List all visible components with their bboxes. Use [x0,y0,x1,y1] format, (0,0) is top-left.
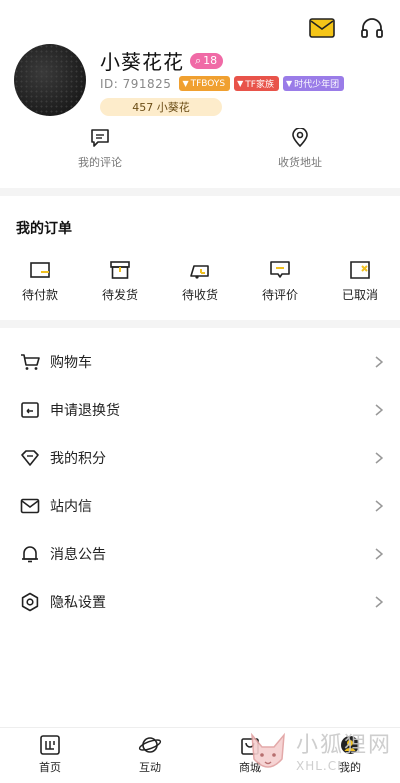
id-row: ID: 791825 ▼ TFBOYS ▼ TF家族 ▼ 时代少年团 [100,76,345,91]
fan-tag[interactable]: ▼ 时代少年团 [282,76,345,91]
my-comments-link[interactable]: 我的评论 [0,128,200,178]
profile-header: 小葵花花 ⌕ 18 ID: 791825 ▼ TFBOYS ▼ TF家族 ▼ 时代少年… [14,40,400,120]
bottom-tab-bar: 首页 互动 商城 我的 [0,727,400,783]
tab-label: 首页 [39,761,61,774]
shipping-address-link[interactable]: 收货地址 [200,128,400,178]
chevron-right-icon [374,547,384,561]
chevron-right-icon [374,355,384,369]
menu-item-privacy[interactable]: 隐私设置 [0,578,400,626]
order-status-pending-payment[interactable]: 待付款 [0,260,80,303]
fan-tag[interactable]: ▼ TF家族 [234,76,279,91]
order-status-label: 已取消 [341,288,378,302]
wallet-icon [30,262,50,278]
menu-item-label: 申请退换货 [50,403,120,419]
bell-icon [20,544,40,564]
tab-home[interactable]: 首页 [0,728,100,783]
user-id: ID: 791825 [100,76,172,91]
chevron-right-icon [374,499,384,513]
fan-tag-label: TF家族 [245,80,274,90]
level-icon: ⌕ [195,53,202,67]
truck-icon [190,265,209,279]
menu-item-label: 隐私设置 [50,595,106,611]
fan-tags: ▼ TFBOYS ▼ TF家族 ▼ 时代少年团 [179,76,345,91]
home-icon [40,735,60,755]
chevron-right-icon [374,451,384,465]
level-value: 18 [203,54,218,67]
gear-icon [20,592,40,612]
quick-link-label: 我的评论 [78,156,122,169]
headset-icon[interactable] [358,14,386,42]
chevron-down-icon: ▼ [237,79,244,88]
diamond-icon [20,448,40,468]
section-divider [0,188,400,196]
fan-tag-label: TFBOYS [190,78,226,89]
cart-icon [20,352,40,372]
user-name: 小葵花花 [100,50,184,74]
fan-tag-label: 时代少年团 [294,80,340,90]
chevron-down-icon: ▼ [182,79,189,88]
order-status-label: 待收货 [181,288,218,302]
order-status-label: 待发货 [101,288,138,302]
fans-count-badge[interactable]: 457 小葵花 [100,98,222,116]
chevron-down-icon: ▼ [285,79,293,88]
menu-item-returns[interactable]: 申请退换货 [0,386,400,434]
cancelled-icon [350,261,370,279]
menu-item-label: 站内信 [50,499,92,515]
mail-icon [20,496,40,516]
mail-icon[interactable] [308,14,336,42]
order-status-row: 待付款 待发货 待收货 待评价 已取消 [0,260,400,303]
order-status-pending-shipment[interactable]: 待发货 [80,260,160,303]
name-row: 小葵花花 ⌕ 18 [100,46,224,75]
review-icon [270,261,290,278]
bag-icon [241,738,259,755]
chevron-right-icon [374,403,384,417]
location-icon [292,128,308,148]
top-actions [308,14,386,42]
chevron-right-icon [374,595,384,609]
menu-item-label: 我的积分 [50,451,106,467]
order-status-pending-receipt[interactable]: 待收货 [160,260,240,303]
tab-mine[interactable]: 我的 [300,728,400,783]
comment-icon [91,129,109,147]
order-status-cancelled[interactable]: 已取消 [320,260,400,303]
settings-menu: 购物车 申请退换货 我的积分 站内信 消息公告 隐私设置 [0,338,400,626]
orders-title: 我的订单 [16,221,72,237]
box-icon [110,261,130,279]
order-status-label: 待评价 [261,288,298,302]
section-divider [0,320,400,328]
menu-item-label: 购物车 [50,355,92,371]
orders-section: 我的订单 待付款 待发货 待收货 待评价 已取消 [0,218,400,303]
tab-label: 互动 [139,761,161,774]
menu-item-points[interactable]: 我的积分 [0,434,400,482]
menu-item-cart[interactable]: 购物车 [0,338,400,386]
tab-mall[interactable]: 商城 [200,728,300,783]
quick-links: 我的评论 收货地址 [0,128,400,178]
avatar[interactable] [14,44,86,116]
quick-link-label: 收货地址 [278,156,322,169]
menu-item-announcements[interactable]: 消息公告 [0,530,400,578]
tab-label: 我的 [339,761,361,774]
menu-item-label: 消息公告 [50,547,106,563]
return-icon [20,400,40,420]
tab-interaction[interactable]: 互动 [100,728,200,783]
fan-tag[interactable]: ▼ TFBOYS [179,76,231,91]
level-badge: ⌕ 18 [190,52,224,69]
planet-icon [138,737,162,753]
order-status-pending-review[interactable]: 待评价 [240,260,320,303]
menu-item-inbox[interactable]: 站内信 [0,482,400,530]
tab-label: 商城 [239,761,261,774]
profile-icon [341,736,359,754]
order-status-label: 待付款 [21,288,58,302]
